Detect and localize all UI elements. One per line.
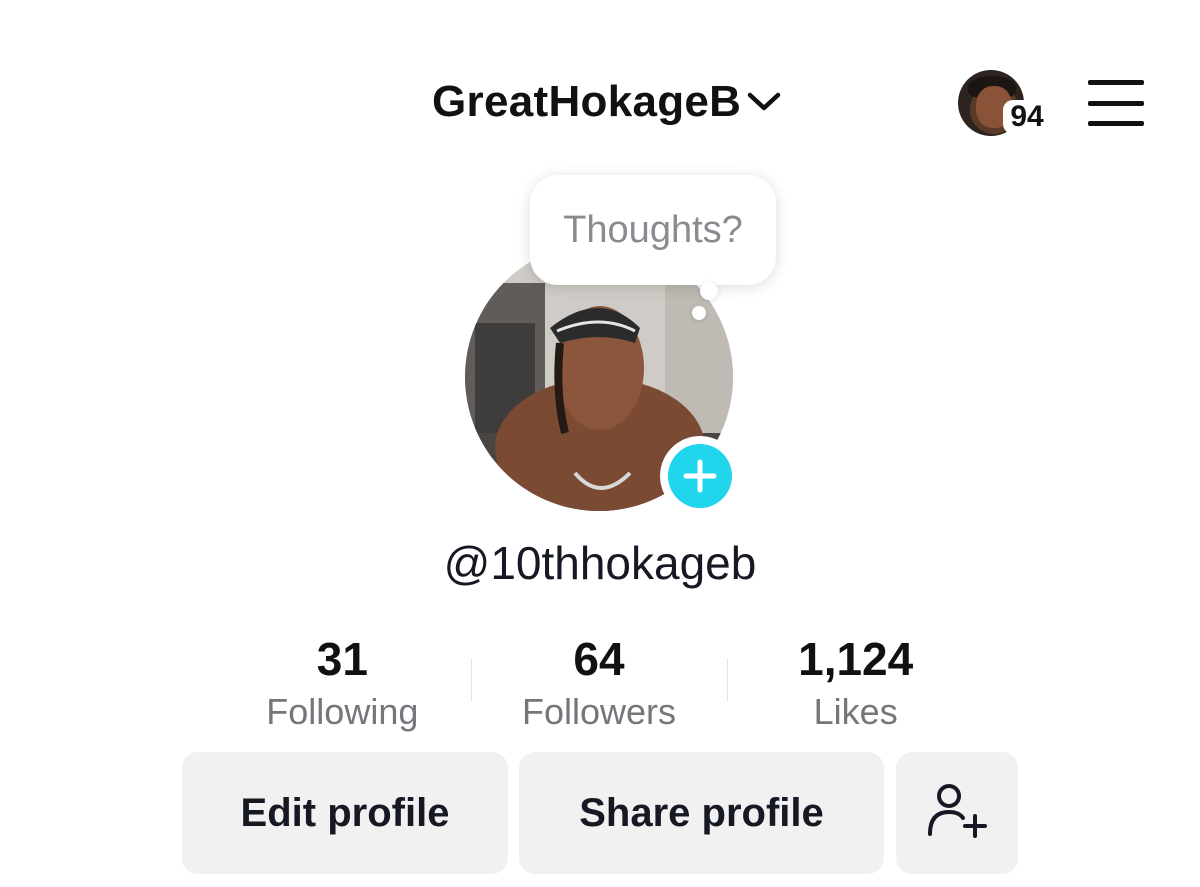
add-friend-button[interactable] (896, 752, 1018, 874)
profile-screen: GreatHokageB 94 Thoughts? @10thhokageb 3… (0, 0, 1200, 887)
plus-icon (668, 444, 732, 508)
stat-likes[interactable]: 1,124 Likes (727, 630, 984, 740)
stat-label: Following (266, 691, 419, 732)
note-bubble-tail (692, 306, 706, 320)
note-bubble[interactable]: Thoughts? (530, 175, 776, 285)
stat-label: Followers (521, 691, 677, 732)
menu-line (1088, 100, 1144, 106)
menu-line (1088, 80, 1144, 85)
stat-value: 64 (573, 633, 625, 685)
add-user-icon (927, 782, 987, 845)
edit-profile-label: Edit profile (240, 790, 450, 835)
share-profile-button[interactable]: Share profile (519, 752, 884, 874)
notification-badge: 94 (1003, 100, 1051, 134)
stat-value: 31 (316, 633, 368, 685)
stat-label: Likes (813, 691, 898, 732)
stat-divider (727, 658, 729, 702)
stat-followers[interactable]: 64 Followers (470, 630, 728, 740)
account-name: GreatHokageB (432, 77, 742, 126)
chevron-down-icon (747, 91, 781, 113)
note-bubble-tail (700, 282, 718, 300)
hamburger-menu-icon[interactable] (1088, 80, 1144, 126)
stat-value: 1,124 (798, 633, 914, 685)
menu-line (1088, 121, 1144, 126)
edit-profile-button[interactable]: Edit profile (182, 752, 508, 874)
add-photo-button[interactable] (660, 436, 740, 516)
share-profile-label: Share profile (579, 790, 824, 835)
note-text: Thoughts? (563, 208, 743, 251)
profile-stats: 31 Following 64 Followers 1,124 Likes (214, 630, 984, 740)
account-switcher[interactable]: GreatHokageB (432, 74, 781, 130)
stat-following[interactable]: 31 Following (214, 630, 471, 740)
stat-divider (470, 658, 472, 702)
profile-handle: @10thhokageb (443, 537, 757, 589)
